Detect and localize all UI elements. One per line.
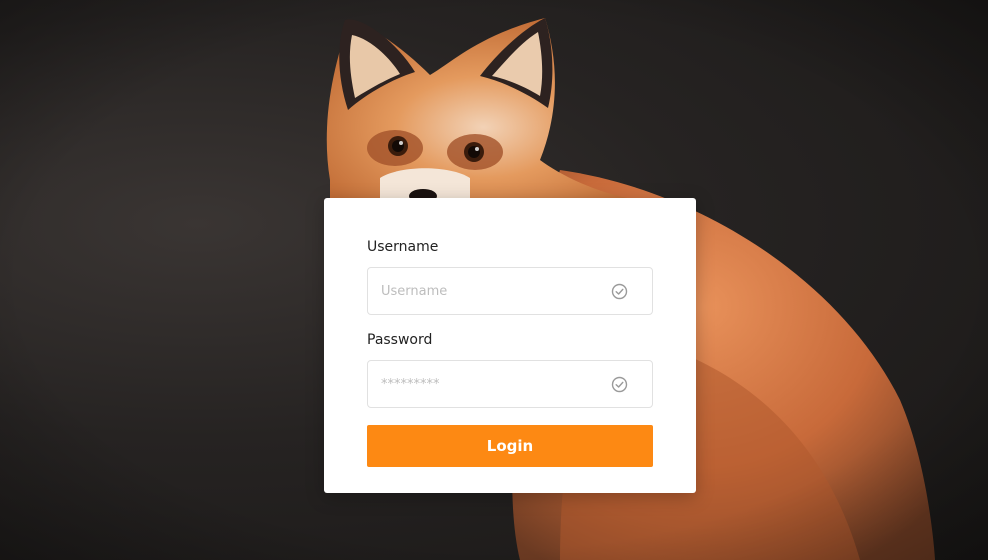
login-card: Username Password Login [324, 198, 696, 493]
username-label: Username [367, 239, 439, 255]
password-label: Password [367, 332, 433, 348]
username-input[interactable] [368, 268, 652, 314]
check-circle-icon [611, 283, 628, 300]
password-field-wrapper [367, 360, 653, 408]
username-field-wrapper [367, 267, 653, 315]
check-circle-icon [611, 376, 628, 393]
login-button[interactable]: Login [367, 425, 653, 467]
password-input[interactable] [368, 361, 652, 407]
